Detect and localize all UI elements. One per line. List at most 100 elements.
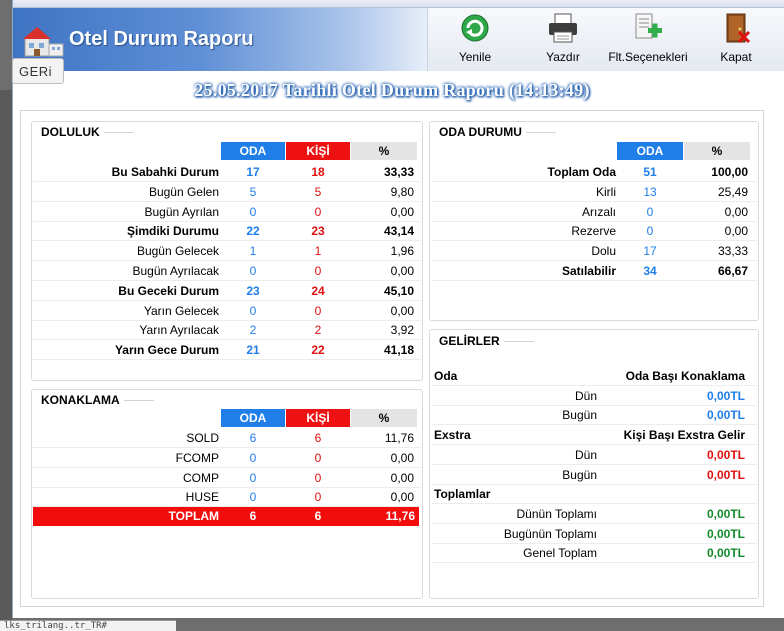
gelir-total-row-value: 0,00TL <box>706 546 745 561</box>
konaklama-row-oda: 0 <box>249 450 257 465</box>
konaklama-row-label: SOLD <box>186 431 219 445</box>
gelir-extra-row-value: 0,00TL <box>706 447 745 462</box>
oda-durumu-row-oda: 51 <box>643 165 657 179</box>
konaklama-row-kisi: 0 <box>314 470 322 485</box>
oda-durumu-row-label: Satılabilir <box>561 264 616 278</box>
gelir-extra-row-label: Dün <box>574 447 597 462</box>
doluluk-row: Bu Geceki Durum 23 24 45,10 <box>33 281 421 301</box>
gelir-oda-row-label: Dün <box>574 388 597 403</box>
doluluk-row: Bugün Ayrılacak 0 0 0,00 <box>33 261 421 281</box>
doluluk-row: Şimdiki Durumu 22 23 43,14 <box>33 221 421 242</box>
konaklama-row: SOLD 6 6 11,76 <box>33 428 421 448</box>
doluluk-row-oda: 5 <box>249 184 257 199</box>
doluluk-row-label: Bugün Gelecek <box>136 244 219 259</box>
oda-durumu-row-pct: 33,33 <box>717 244 748 259</box>
gelir-oda-section-header: Oda Oda Başı Konaklama <box>431 366 757 386</box>
gelir-extra-header-label: Exstra <box>434 428 471 443</box>
doluluk-row-pct: 1,96 <box>390 244 414 259</box>
doluluk-row-oda: 1 <box>249 244 257 259</box>
total-oda: 6 <box>249 509 257 523</box>
refresh-icon <box>461 14 489 42</box>
oda-durumu-row-label: Arızalı <box>581 204 616 219</box>
doluluk-row-kisi: 0 <box>314 303 322 318</box>
close-door-icon <box>726 13 751 44</box>
refresh-label: Yenile <box>458 50 492 64</box>
report-title: 25.05.2017 Tarihli Otel Durum Raporu (14… <box>194 80 590 100</box>
oda-durumu-panel: ODA DURUMU ODA % Toplam Oda 51 100,00 Kirli… <box>429 121 759 321</box>
doluluk-row-label: Şimdiki Durumu <box>126 224 219 239</box>
doluluk-row: Bugün Gelecek 1 1 1,96 <box>33 241 421 262</box>
doluluk-row-kisi: 22 <box>311 343 325 358</box>
oda-durumu-row-label: Dolu <box>591 244 616 259</box>
konaklama-panel: KONAKLAMA ODA KİŞİ % SOLD 6 6 11,76 FCOMP 0 0 0… <box>31 389 423 599</box>
konaklama-row-oda: 6 <box>249 431 257 445</box>
oda-durumu-oda-header: ODA <box>617 142 683 160</box>
doluluk-row: Bugün Gelen 5 5 9,80 <box>33 182 421 202</box>
gelir-oda-row: Bugün 0,00TL <box>431 405 757 426</box>
window-title: Otel Durum Raporu <box>69 28 254 50</box>
gelir-extra-sub-label: Kişi Başı Exstra Gelir <box>623 428 745 443</box>
gelir-extra-section-header: Exstra Kişi Başı Exstra Gelir <box>431 425 757 446</box>
oda-durumu-row-label: Toplam Oda <box>547 165 616 179</box>
filter-options-label: Flt.Seçenekleri <box>608 50 688 64</box>
doluluk-row-kisi: 0 <box>314 264 322 278</box>
konaklama-row-pct: 0,00 <box>390 450 414 465</box>
oda-durumu-row-pct: 25,49 <box>717 184 748 199</box>
filter-options-button[interactable]: Flt.Seçenekleri <box>608 12 688 68</box>
doluluk-row: Yarın Gelecek 0 0 0,00 <box>33 301 421 321</box>
total-pct: 11,76 <box>385 509 415 523</box>
filter-options-icon <box>635 13 662 39</box>
konaklama-row-kisi: 6 <box>314 431 322 445</box>
gelir-total-row-label: Bugünün Toplamı <box>503 526 597 541</box>
oda-durumu-row-pct: 0,00 <box>724 204 748 219</box>
konaklama-row-kisi: 0 <box>314 450 322 465</box>
oda-durumu-row-label: Rezerve <box>571 224 616 239</box>
gelir-extra-row-label: Bugün <box>562 467 597 482</box>
doluluk-kisi-header: KİŞİ <box>286 142 350 160</box>
window-header: Otel Durum Raporu Yenile Yazdır Flt.Seçe… <box>13 8 784 71</box>
gelir-total-header-label: Toplamlar <box>434 487 491 502</box>
doluluk-title: DOLULUK <box>41 125 134 139</box>
close-button[interactable]: Kapat <box>711 12 761 68</box>
konaklama-oda-header: ODA <box>221 409 285 427</box>
doluluk-row-oda: 22 <box>246 224 260 239</box>
doluluk-row: Bu Sabahki Durum 17 18 33,33 <box>33 162 421 182</box>
oda-durumu-row-oda: 13 <box>643 184 657 199</box>
gelir-oda-header-label: Oda <box>434 369 458 383</box>
doluluk-row: Yarın Gece Durum 21 22 41,18 <box>33 340 421 361</box>
oda-durumu-row-label: Kirli <box>596 184 616 199</box>
toolbar: Yenile Yazdır Flt.Seçenekleri Kapat <box>427 8 784 71</box>
doluluk-row-pct: 9,80 <box>390 184 414 199</box>
gelir-total-row: Bugünün Toplamı 0,00TL <box>431 524 757 544</box>
gelir-total-row: Dünün Toplamı 0,00TL <box>431 504 757 524</box>
doluluk-row-pct: 3,92 <box>390 323 414 338</box>
printer-icon <box>549 13 577 43</box>
print-label: Yazdır <box>546 50 580 64</box>
oda-durumu-row-oda: 0 <box>646 224 654 239</box>
doluluk-row-pct: 33,33 <box>383 165 414 179</box>
gelir-extra-row: Bugün 0,00TL <box>431 465 757 485</box>
doluluk-row-oda: 0 <box>249 204 257 219</box>
konaklama-kisi-header: KİŞİ <box>286 409 350 427</box>
oda-durumu-row: Satılabilir 34 66,67 <box>431 261 757 281</box>
report-content: DOLULUK ODA KİŞİ % Bu Sabahki Durum 17 18 3… <box>20 110 764 607</box>
doluluk-row-kisi: 2 <box>314 323 322 338</box>
doluluk-pct-header: % <box>351 142 417 160</box>
refresh-button[interactable]: Yenile <box>450 12 500 68</box>
doluluk-row-pct: 43,14 <box>383 224 414 239</box>
doluluk-row: Bugün Ayrılan 0 0 0,00 <box>33 202 421 222</box>
oda-durumu-row: Rezerve 0 0,00 <box>431 221 757 242</box>
doluluk-panel: DOLULUK ODA KİŞİ % Bu Sabahki Durum 17 18 3… <box>31 121 423 381</box>
oda-durumu-row: Dolu 17 33,33 <box>431 241 757 262</box>
print-button[interactable]: Yazdır <box>538 12 588 68</box>
doluluk-row-kisi: 5 <box>314 184 322 199</box>
left-edge-strip <box>0 90 12 620</box>
gelir-oda-sub-label: Oda Başı Konaklama <box>625 369 745 383</box>
doluluk-row-pct: 45,10 <box>383 283 414 298</box>
doluluk-oda-header: ODA <box>221 142 285 160</box>
doluluk-row-kisi: 0 <box>314 204 322 219</box>
konaklama-title: KONAKLAMA <box>41 393 154 407</box>
doluluk-row-label: Bugün Ayrılacak <box>132 264 219 278</box>
hotel-logo-icon <box>23 27 64 57</box>
gelir-total-row: Genel Toplam 0,00TL <box>431 543 757 564</box>
